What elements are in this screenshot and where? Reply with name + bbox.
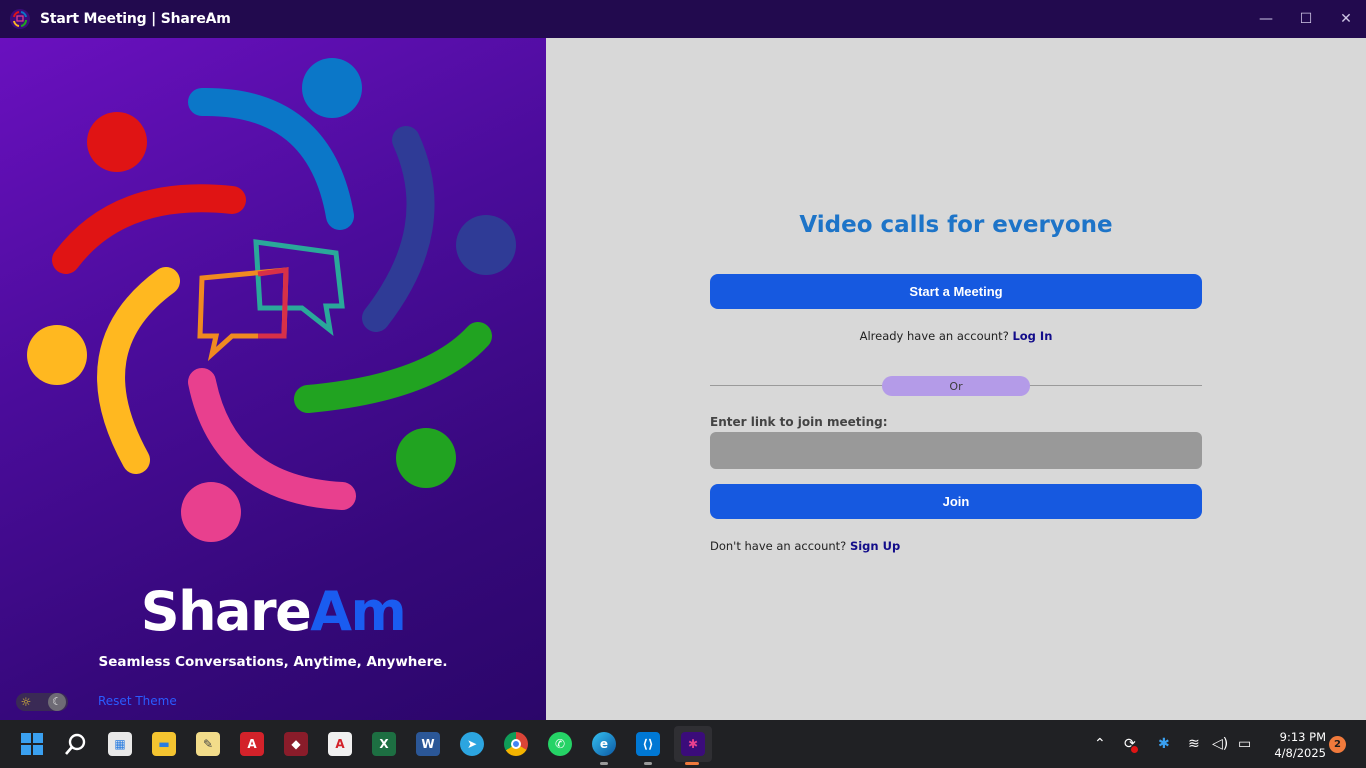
- close-button[interactable]: ✕: [1326, 0, 1366, 38]
- join-link-label: Enter link to join meeting:: [710, 415, 888, 429]
- yellow-dot: [27, 325, 87, 385]
- green-arc: [294, 322, 492, 413]
- notepad-icon[interactable]: ✎: [190, 726, 226, 762]
- signup-prompt: Don't have an account? Sign Up: [710, 539, 900, 553]
- red-dot: [87, 112, 147, 172]
- start-meeting-button[interactable]: Start a Meeting: [710, 274, 1202, 309]
- edge-icon[interactable]: e: [586, 726, 622, 765]
- theme-toggle[interactable]: ☼ ☾: [16, 693, 68, 711]
- clock-date: 4/8/2025: [1274, 746, 1326, 760]
- or-separator: Or: [882, 376, 1030, 396]
- window-controls: — ☐ ✕: [1246, 0, 1366, 38]
- sun-icon: ☼: [20, 695, 32, 709]
- taskbar: ▦ ▬ ✎ A ◆ A X W ➤ ✆ e ⟨⟩ ✱ ⌃ ⟳ ✱ ≋ ◁) ▭ …: [0, 720, 1366, 768]
- navy-arc: [362, 126, 435, 332]
- excel-icon[interactable]: X: [366, 726, 402, 762]
- red-arc: [52, 184, 246, 274]
- signup-prompt-text: Don't have an account?: [710, 539, 847, 553]
- minimize-button[interactable]: —: [1246, 0, 1286, 38]
- join-button[interactable]: Join: [710, 484, 1202, 519]
- chat-bubble-teal: [253, 239, 345, 336]
- whatsapp-icon[interactable]: ✆: [542, 726, 578, 762]
- wifi-icon[interactable]: ≋: [1188, 720, 1200, 768]
- brand-name: ShareAm: [0, 580, 546, 643]
- file-explorer-icon[interactable]: ▬: [146, 726, 182, 762]
- login-prompt: Already have an account? Log In: [546, 329, 1366, 343]
- shaream-logo-icon: [10, 9, 30, 29]
- yellow-arc: [97, 267, 180, 474]
- autocad-icon[interactable]: A: [234, 726, 270, 762]
- moon-icon: ☾: [48, 693, 66, 711]
- chat-bubble-orange: [197, 267, 289, 362]
- telegram-icon[interactable]: ➤: [454, 726, 490, 762]
- volume-icon[interactable]: ◁): [1212, 720, 1228, 768]
- battery-icon[interactable]: ▭: [1238, 720, 1251, 768]
- meeting-link-input[interactable]: [710, 432, 1202, 469]
- brand-name-am: Am: [310, 580, 407, 643]
- tagline: Seamless Conversations, Anytime, Anywher…: [98, 654, 448, 670]
- store-icon[interactable]: ▦: [102, 726, 138, 762]
- pink-dot: [181, 482, 241, 542]
- shaream-icon[interactable]: ✱: [674, 726, 712, 765]
- window-title: Start Meeting | ShareAm: [40, 11, 231, 27]
- blue-dot: [302, 58, 362, 118]
- vscode-icon[interactable]: ⟨⟩: [630, 726, 666, 765]
- word-icon[interactable]: W: [410, 726, 446, 762]
- page-title: Video calls for everyone: [799, 212, 1113, 238]
- sync-icon[interactable]: ⟳: [1124, 720, 1138, 768]
- title-bar: Start Meeting | ShareAm — ☐ ✕: [0, 0, 1366, 38]
- shaream-logo-graphic: [27, 58, 516, 542]
- search-icon[interactable]: [58, 726, 94, 762]
- chrome-icon[interactable]: [498, 726, 534, 762]
- revit-icon[interactable]: ◆: [278, 726, 314, 762]
- navy-dot: [456, 215, 516, 275]
- acrobat-icon[interactable]: A: [322, 726, 358, 762]
- show-hidden-icons-icon[interactable]: ⌃: [1094, 720, 1106, 768]
- clock[interactable]: 9:13 PM 4/8/2025: [1262, 729, 1326, 761]
- clock-time: 9:13 PM: [1279, 730, 1326, 744]
- signup-link[interactable]: Sign Up: [850, 539, 900, 553]
- start-icon[interactable]: [14, 726, 50, 762]
- login-link[interactable]: Log In: [1012, 329, 1052, 343]
- reset-theme-link[interactable]: Reset Theme: [98, 694, 177, 708]
- green-dot: [396, 428, 456, 488]
- brand-name-share: Share: [140, 580, 312, 643]
- meeting-panel: Video calls for everyone Start a Meeting…: [546, 38, 1366, 720]
- login-prompt-text: Already have an account?: [859, 329, 1009, 343]
- bluetooth-icon[interactable]: ✱: [1158, 720, 1170, 768]
- maximize-button[interactable]: ☐: [1286, 0, 1326, 38]
- notification-badge[interactable]: 2: [1329, 736, 1346, 753]
- brand-panel: ShareAm Seamless Conversations, Anytime,…: [0, 38, 546, 720]
